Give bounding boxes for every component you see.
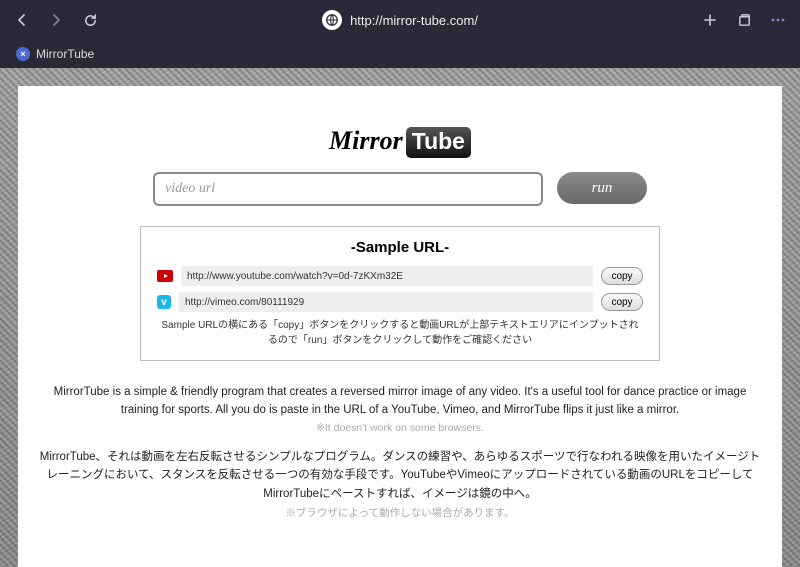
sample-url-box: -Sample URL- copy v copy Sample URLの横にある… bbox=[140, 226, 660, 361]
youtube-icon bbox=[157, 270, 173, 282]
toolbar: http://mirror-tube.com/ bbox=[0, 0, 800, 40]
logo: MirrorTube bbox=[38, 126, 762, 158]
tabs-button[interactable] bbox=[730, 6, 758, 34]
tab-strip: × MirrorTube bbox=[0, 40, 800, 68]
run-button[interactable]: run bbox=[557, 172, 647, 204]
reload-button[interactable] bbox=[76, 6, 104, 34]
new-tab-button[interactable] bbox=[696, 6, 724, 34]
menu-button[interactable] bbox=[764, 6, 792, 34]
logo-mirror-text: Mirror bbox=[329, 126, 403, 155]
page-viewport: MirrorTube run -Sample URL- copy v copy … bbox=[0, 68, 800, 567]
description-jp-note: ※ブラウザによって動作しない場合があります。 bbox=[38, 505, 762, 520]
close-tab-icon[interactable]: × bbox=[16, 47, 30, 61]
copy-button-youtube[interactable]: copy bbox=[601, 267, 643, 285]
copy-button-vimeo[interactable]: copy bbox=[601, 293, 643, 311]
sample-title: -Sample URL- bbox=[157, 239, 643, 256]
forward-button[interactable] bbox=[42, 6, 70, 34]
logo-tube-text: Tube bbox=[406, 127, 471, 158]
description-jp: MirrorTube、それは動画を左右反転させるシンプルなプログラム。ダンスの練… bbox=[38, 448, 762, 503]
back-button[interactable] bbox=[8, 6, 36, 34]
video-url-input[interactable] bbox=[153, 172, 543, 206]
tab-mirrortube[interactable]: × MirrorTube bbox=[8, 45, 102, 63]
description-en: MirrorTube is a simple & friendly progra… bbox=[38, 383, 762, 420]
sample-row-vimeo: v copy bbox=[157, 292, 643, 312]
input-row: run bbox=[38, 172, 762, 206]
sample-url-vimeo[interactable] bbox=[179, 292, 593, 312]
browser-chrome: http://mirror-tube.com/ × MirrorTube bbox=[0, 0, 800, 68]
description-en-note: ※It doesn't work on some browsers. bbox=[38, 422, 762, 434]
tab-title: MirrorTube bbox=[36, 47, 94, 61]
url-text: http://mirror-tube.com/ bbox=[350, 13, 478, 28]
address-bar[interactable]: http://mirror-tube.com/ bbox=[322, 10, 478, 30]
sample-url-youtube[interactable] bbox=[181, 266, 593, 286]
vimeo-icon: v bbox=[157, 295, 171, 309]
sample-row-youtube: copy bbox=[157, 266, 643, 286]
globe-icon bbox=[322, 10, 342, 30]
page-content: MirrorTube run -Sample URL- copy v copy … bbox=[18, 86, 782, 567]
sample-note: Sample URLの横にある「copy」ボタンをクリックすると動画URLが上部… bbox=[157, 318, 643, 348]
